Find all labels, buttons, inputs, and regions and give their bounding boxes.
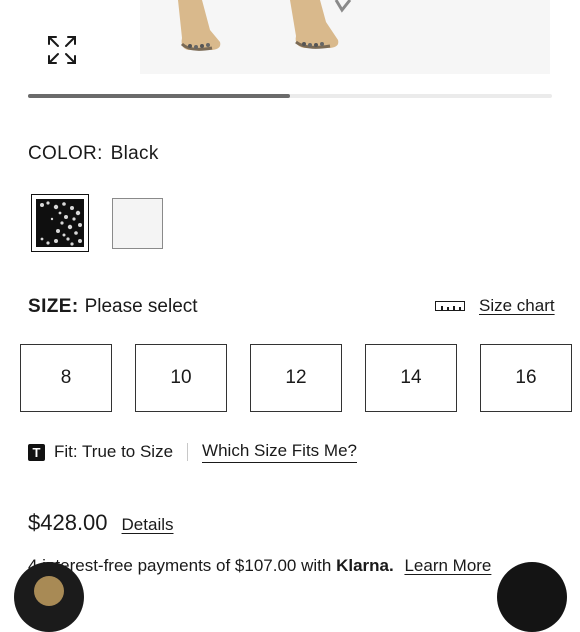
size-selection-label: SIZE: Please select: [28, 296, 198, 318]
size-chart-label[interactable]: Size chart: [479, 296, 555, 316]
color-selection-label: COLOR: Black: [28, 143, 159, 165]
black-swatch-image: [36, 199, 84, 247]
size-option-label: 16: [515, 367, 537, 388]
gallery-scroll-track[interactable]: [28, 94, 552, 98]
size-option-8[interactable]: 8: [20, 344, 112, 412]
price-section: $428.00 Details: [28, 510, 174, 536]
right-shoe-image: [290, 0, 352, 49]
fit-text: Fit: True to Size: [54, 442, 174, 461]
color-label: COLOR:: [28, 143, 103, 164]
divider: [187, 443, 189, 461]
floating-avatar-button[interactable]: [14, 562, 84, 632]
klarna-installments: 4 interest-free payments of $107.00 with…: [28, 556, 491, 576]
gallery-scroll-indicator[interactable]: [28, 94, 290, 98]
true-to-size-icon: T: [28, 443, 45, 461]
floating-chat-button[interactable]: [497, 562, 567, 632]
size-option-14[interactable]: 14: [365, 344, 457, 412]
color-swatch-white[interactable]: [112, 198, 163, 249]
klarna-logo: Klarna.: [336, 556, 394, 575]
color-swatch-black[interactable]: [31, 194, 89, 252]
size-chart-link[interactable]: Size chart: [435, 296, 555, 316]
ruler-icon: [435, 301, 465, 311]
product-image-gallery[interactable]: [0, 0, 580, 76]
size-prompt: Please select: [84, 296, 198, 317]
size-option-10[interactable]: 10: [135, 344, 227, 412]
avatar: [34, 576, 64, 606]
left-shoe-image: [178, 0, 221, 51]
product-price: $428.00: [28, 510, 108, 535]
fit-info: T Fit: True to Size Which Size Fits Me?: [28, 440, 357, 464]
which-size-fits-me-link[interactable]: Which Size Fits Me?: [202, 441, 357, 463]
selected-color: Black: [110, 143, 159, 164]
size-option-label: 10: [170, 367, 192, 388]
size-label: SIZE:: [28, 296, 79, 317]
size-option-16[interactable]: 16: [480, 344, 572, 412]
klarna-learn-more-link[interactable]: Learn More: [404, 556, 491, 575]
size-option-label: 8: [60, 367, 72, 388]
size-option-label: 14: [400, 367, 422, 388]
size-option-label: 12: [285, 367, 307, 388]
product-photo[interactable]: [140, 0, 550, 74]
expand-arrows-icon[interactable]: [44, 32, 80, 68]
size-option-12[interactable]: 12: [250, 344, 342, 412]
price-details-link[interactable]: Details: [122, 515, 174, 535]
